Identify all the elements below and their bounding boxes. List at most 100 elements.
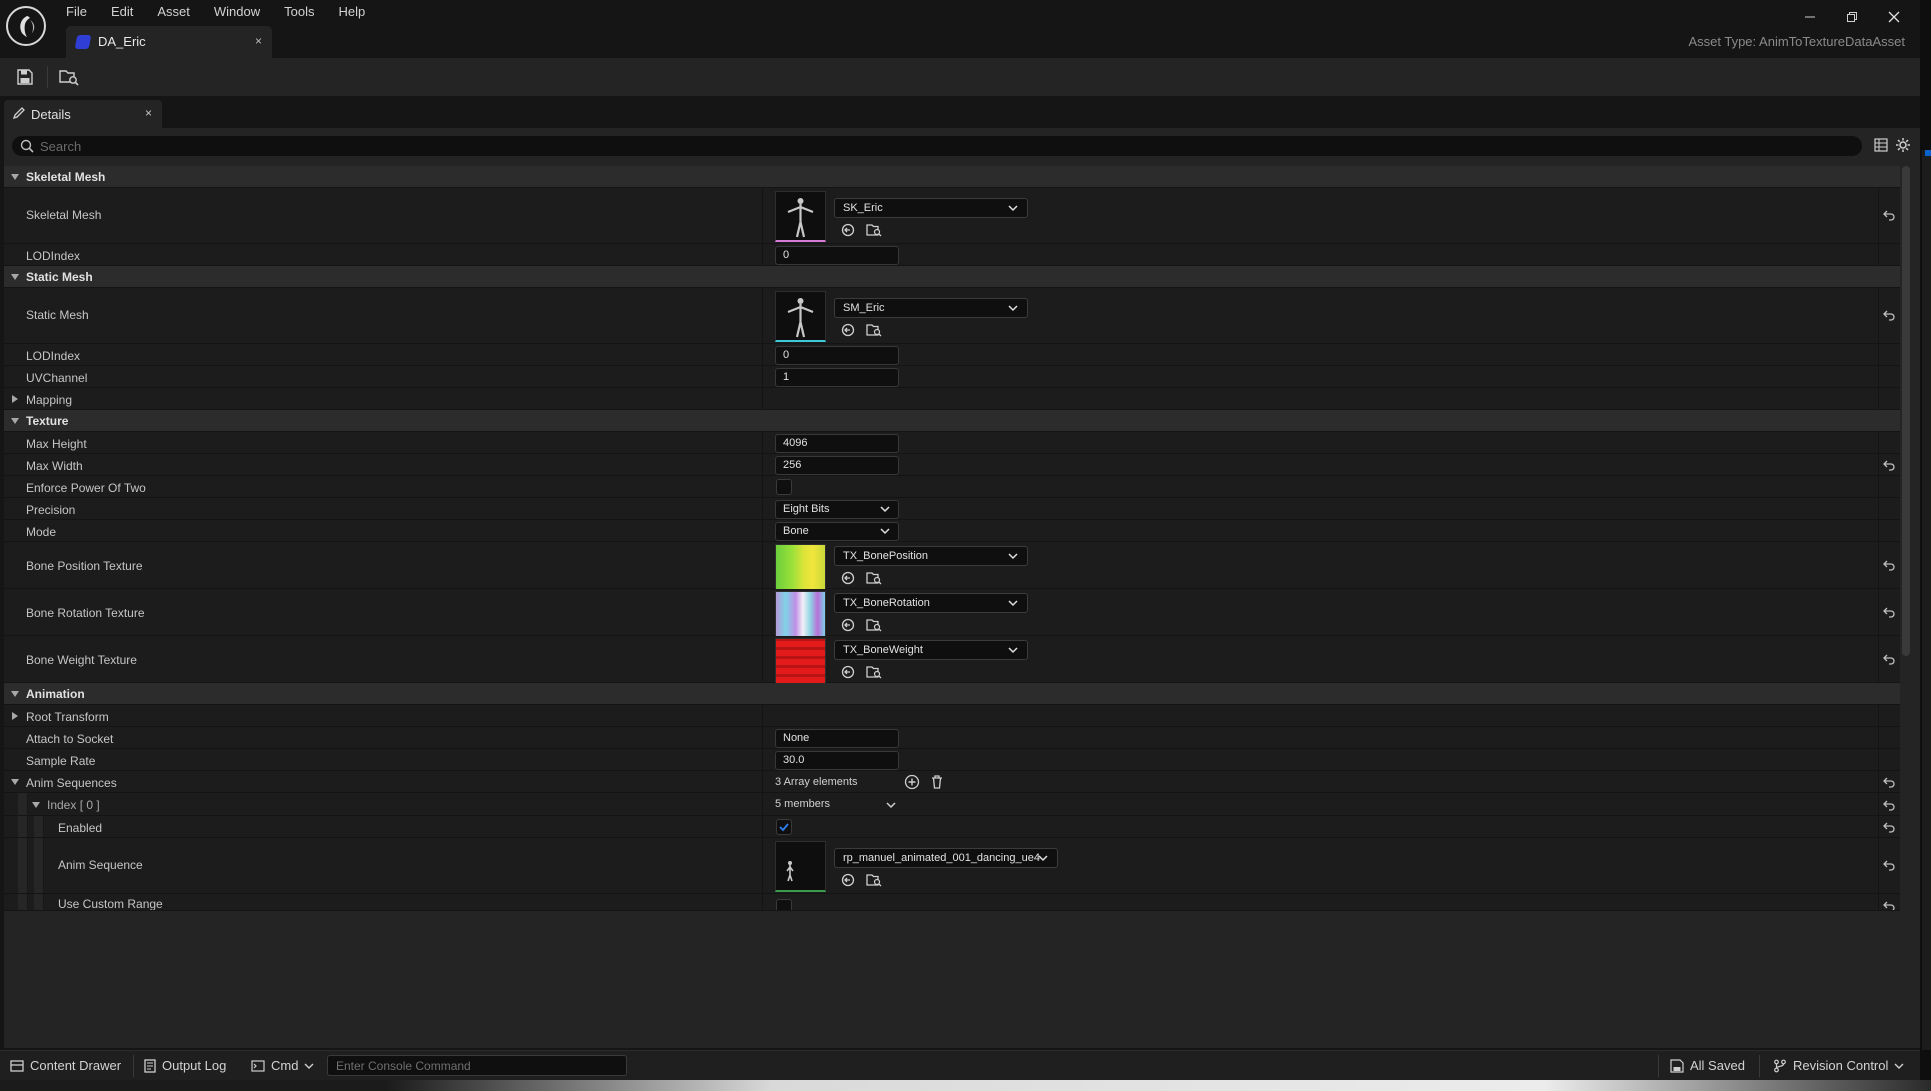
reset-to-default-icon[interactable]: [1882, 900, 1896, 911]
column-splitter[interactable]: [762, 636, 763, 682]
document-tab-close-button[interactable]: ×: [255, 34, 262, 48]
category-texture[interactable]: Texture: [4, 410, 1900, 432]
bone-position-texture-picker[interactable]: TX_BonePosition: [834, 546, 1028, 566]
category-skeletal-mesh[interactable]: Skeletal Mesh: [4, 166, 1900, 188]
anim-sequence-thumbnail[interactable]: [775, 841, 826, 892]
column-splitter[interactable]: [762, 771, 763, 792]
reset-to-default-icon[interactable]: [1882, 209, 1896, 221]
skeletal-mesh-thumbnail[interactable]: [775, 191, 826, 242]
content-drawer-button[interactable]: Content Drawer: [10, 1058, 121, 1073]
column-splitter[interactable]: [762, 520, 763, 541]
menu-edit[interactable]: Edit: [111, 3, 144, 21]
sample-rate-input[interactable]: 30.0: [775, 751, 899, 770]
reset-to-default-icon[interactable]: [1882, 799, 1896, 811]
details-scrollbar[interactable]: [1902, 166, 1910, 656]
property-mapping[interactable]: Mapping: [4, 388, 1900, 410]
cmd-selector[interactable]: Cmd: [251, 1058, 314, 1073]
browse-asset-button[interactable]: [866, 872, 882, 888]
reset-to-default-icon[interactable]: [1882, 859, 1896, 871]
document-tab[interactable]: DA_Eric ×: [66, 26, 272, 58]
revision-control-button[interactable]: Revision Control: [1773, 1058, 1904, 1073]
bone-weight-texture-thumbnail[interactable]: [775, 638, 826, 684]
enabled-checkbox[interactable]: [776, 819, 792, 835]
search-input[interactable]: [40, 138, 1840, 154]
mode-dropdown[interactable]: Bone: [775, 522, 899, 541]
minimize-button[interactable]: [1789, 6, 1831, 28]
browse-asset-button[interactable]: [866, 222, 882, 238]
use-selected-button[interactable]: [840, 222, 856, 238]
column-splitter[interactable]: [762, 288, 763, 343]
column-splitter[interactable]: [762, 705, 763, 726]
uv-channel-input[interactable]: 1: [775, 368, 899, 387]
reset-to-default-icon[interactable]: [1882, 606, 1896, 618]
close-window-button[interactable]: [1873, 6, 1915, 28]
menu-file[interactable]: File: [66, 3, 98, 21]
column-splitter[interactable]: [762, 388, 763, 409]
trash-icon[interactable]: [930, 774, 944, 790]
save-button[interactable]: [14, 67, 36, 87]
column-splitter[interactable]: [762, 244, 763, 265]
column-splitter[interactable]: [762, 432, 763, 453]
menu-tools[interactable]: Tools: [284, 3, 325, 21]
column-splitter[interactable]: [762, 894, 763, 910]
column-splitter[interactable]: [762, 366, 763, 387]
details-tab-close-button[interactable]: ×: [145, 106, 152, 120]
property-root-transform[interactable]: Root Transform: [4, 705, 1900, 727]
reset-to-default-icon[interactable]: [1882, 309, 1896, 321]
static-lod-index-input[interactable]: 0: [775, 346, 899, 365]
column-splitter[interactable]: [762, 727, 763, 748]
menu-asset[interactable]: Asset: [157, 3, 201, 21]
column-splitter[interactable]: [762, 838, 763, 893]
attach-to-socket-input[interactable]: None: [775, 729, 899, 748]
collapse-arrow-icon[interactable]: [10, 777, 20, 787]
column-splitter[interactable]: [762, 749, 763, 770]
unreal-logo-icon[interactable]: [6, 6, 46, 46]
bone-rotation-texture-thumbnail[interactable]: [775, 591, 826, 637]
column-splitter[interactable]: [762, 476, 763, 497]
console-command-input[interactable]: [327, 1055, 627, 1076]
use-selected-button[interactable]: [840, 872, 856, 888]
anim-sequence-picker[interactable]: rp_manuel_animated_001_dancing_ue4: [834, 848, 1058, 868]
category-static-mesh[interactable]: Static Mesh: [4, 266, 1900, 288]
lod-index-input[interactable]: 0: [775, 246, 899, 265]
output-log-button[interactable]: Output Log: [144, 1058, 226, 1073]
settings-gear-icon[interactable]: [1895, 137, 1911, 153]
all-saved-button[interactable]: All Saved: [1670, 1058, 1745, 1073]
category-animation[interactable]: Animation: [4, 683, 1900, 705]
collapse-arrow-icon[interactable]: [31, 800, 41, 810]
max-height-input[interactable]: 4096: [775, 434, 899, 453]
use-selected-button[interactable]: [840, 570, 856, 586]
column-splitter[interactable]: [762, 344, 763, 365]
browse-asset-button[interactable]: [866, 617, 882, 633]
bone-rotation-texture-picker[interactable]: TX_BoneRotation: [834, 593, 1028, 613]
enforce-power-of-two-checkbox[interactable]: [776, 479, 792, 495]
static-mesh-thumbnail[interactable]: [775, 291, 826, 342]
skeletal-mesh-picker[interactable]: SK_Eric: [834, 198, 1028, 218]
column-splitter[interactable]: [762, 498, 763, 519]
column-splitter[interactable]: [762, 816, 763, 837]
menu-help[interactable]: Help: [338, 3, 376, 21]
browse-asset-button[interactable]: [866, 570, 882, 586]
column-splitter[interactable]: [762, 589, 763, 635]
details-tab[interactable]: Details ×: [4, 100, 162, 128]
column-splitter[interactable]: [762, 188, 763, 243]
restore-button[interactable]: [1831, 6, 1873, 28]
column-splitter[interactable]: [762, 454, 763, 475]
property-matrix-icon[interactable]: [1874, 138, 1888, 152]
column-splitter[interactable]: [762, 793, 763, 815]
reset-to-default-icon[interactable]: [1882, 821, 1896, 833]
column-splitter[interactable]: [762, 542, 763, 588]
reset-to-default-icon[interactable]: [1882, 559, 1896, 571]
reset-to-default-icon[interactable]: [1882, 459, 1896, 471]
menu-window[interactable]: Window: [214, 3, 271, 21]
use-selected-button[interactable]: [840, 617, 856, 633]
add-element-icon[interactable]: [904, 774, 920, 790]
bone-position-texture-thumbnail[interactable]: [775, 544, 826, 590]
precision-dropdown[interactable]: Eight Bits: [775, 500, 899, 519]
static-mesh-picker[interactable]: SM_Eric: [834, 298, 1028, 318]
max-width-input[interactable]: 256: [775, 456, 899, 475]
browse-asset-button[interactable]: [866, 664, 882, 680]
use-selected-button[interactable]: [840, 322, 856, 338]
browse-asset-button[interactable]: [866, 322, 882, 338]
reset-to-default-icon[interactable]: [1882, 776, 1896, 788]
